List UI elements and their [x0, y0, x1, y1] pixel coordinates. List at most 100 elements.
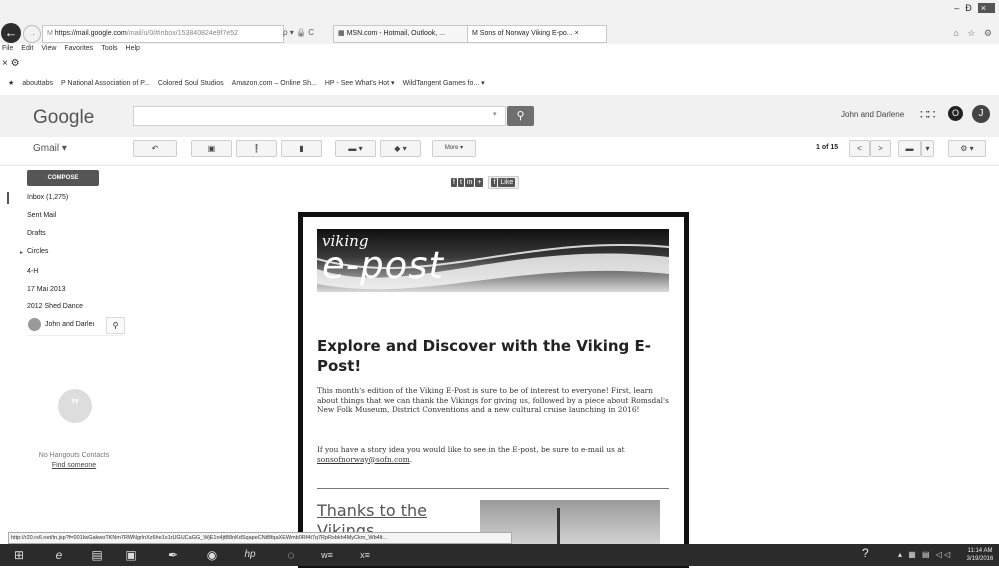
more-button[interactable]: More ▾ — [432, 140, 476, 157]
status-url-tooltip: http://r20.rs6.net/tn.jsp?f=001IwGakwoTK… — [8, 532, 512, 544]
clock-date: 3/19/2016 — [966, 556, 994, 562]
menu-bar: File Edit View Favorites Tools Help — [2, 45, 148, 56]
help-icon[interactable]: ? — [862, 546, 869, 560]
gmail-menu[interactable]: Gmail ▾ — [33, 143, 67, 154]
fav-abouttabs[interactable]: abouttabs — [22, 80, 53, 87]
mail-favicon-icon: M — [47, 30, 55, 37]
settings-button[interactable]: ⚙ ▾ — [948, 140, 986, 157]
facebook-share-icon[interactable]: f — [451, 178, 457, 187]
report-spam-button[interactable]: ❗ — [236, 140, 277, 157]
input-tools-button[interactable]: ▬ — [898, 140, 921, 157]
facebook-like-icon: f — [491, 178, 498, 187]
store-icon[interactable]: ▣ — [118, 546, 144, 564]
excel-icon[interactable]: x≡ — [352, 546, 378, 564]
banner-epost-text: e-post — [322, 244, 445, 287]
compose-button[interactable]: COMPOSE — [27, 170, 99, 186]
labels-button[interactable]: ◆ ▾ — [380, 140, 421, 157]
find-someone-link[interactable]: Find someone — [0, 462, 148, 469]
tab-msn[interactable]: ▦ MSN.com - Hotmail, Outlook, ... — [333, 25, 473, 43]
delete-button[interactable]: ▮ — [281, 140, 322, 157]
clock[interactable]: 11:14 AM 3/19/2016 — [962, 547, 998, 563]
internet-explorer-icon[interactable]: e — [46, 546, 72, 564]
nav-label-4h[interactable]: 4-H — [27, 268, 38, 275]
hangout-search-icon[interactable]: ⚲ — [106, 317, 125, 334]
avatar[interactable]: J — [972, 105, 990, 123]
nav-drafts[interactable]: Drafts — [27, 230, 46, 237]
file-explorer-icon[interactable]: ▤ — [84, 546, 110, 564]
address-host: https://mail.google.com — [54, 30, 127, 37]
hangout-avatar — [28, 318, 41, 331]
page-count: 1 of 15 — [816, 144, 839, 151]
move-to-button[interactable]: ▬ ▾ — [335, 140, 376, 157]
app-icon[interactable]: ◌ — [278, 546, 304, 564]
address-bar[interactable]: M https://mail.google.com/mail/u/0/#inbo… — [42, 25, 284, 43]
like-label: Like — [498, 178, 516, 187]
menu-view[interactable]: View — [41, 45, 56, 52]
expand-arrow-icon[interactable]: ▸ — [20, 249, 23, 256]
tab-gmail[interactable]: M Sons of Norway Viking E-po... × — [467, 25, 607, 43]
search-options-icon[interactable]: ▾ — [493, 110, 497, 118]
story-idea-paragraph: If you have a story idea you would like … — [317, 445, 672, 464]
gmail-favicon-icon: M — [472, 30, 480, 37]
linkedin-share-icon[interactable]: in — [464, 178, 475, 187]
fav-hp[interactable]: HP - See What's Hot ▾ — [325, 80, 395, 87]
google-logo[interactable]: Google — [33, 107, 94, 129]
command-row: × ⚙ — [2, 58, 20, 69]
system-tray-icons[interactable]: ▴ ▦ ▤ ◁◁ — [898, 550, 952, 559]
favorites-star-icon[interactable]: ★ — [8, 80, 14, 87]
fav-amazon[interactable]: Amazon.com – Online Sh... — [232, 80, 317, 87]
search-button[interactable]: ⚲ — [507, 106, 534, 126]
twitter-share-icon[interactable]: t — [457, 178, 464, 187]
section-divider — [317, 488, 669, 489]
back-button[interactable]: ← — [1, 23, 21, 43]
nav-circles[interactable]: Circles — [27, 248, 48, 255]
nav-sent-mail[interactable]: Sent Mail — [27, 212, 56, 219]
address-tools[interactable]: ρ ▾ 🔒 C — [283, 25, 314, 41]
browser-tools-icons[interactable]: ⌂ ☆ ⚙ — [953, 28, 995, 39]
settings-gear-icon[interactable]: ⚙ — [11, 58, 20, 69]
nav-label-17-mai[interactable]: 17 Mai 2013 — [27, 286, 66, 293]
forward-button[interactable]: → — [23, 25, 41, 43]
fav-national-association[interactable]: P National Association of P... — [61, 80, 150, 87]
hp-icon[interactable]: hp — [237, 546, 263, 564]
msn-favicon-icon: ▦ — [338, 30, 347, 37]
hangout-name: John and Darleı — [45, 321, 95, 328]
user-name[interactable]: John and Darlene — [841, 110, 904, 119]
close-x-icon[interactable]: × — [2, 58, 8, 69]
tab-msn-label: MSN.com - Hotmail, Outlook, ... — [346, 30, 445, 37]
like-button[interactable]: f Like — [488, 176, 520, 189]
newer-button[interactable]: < — [849, 140, 870, 157]
pen-app-icon[interactable]: ✒ — [160, 546, 186, 564]
minimize-button[interactable]: – — [954, 3, 965, 13]
fav-wildtangent[interactable]: WildTangent Games fo... ▾ — [403, 80, 485, 87]
fav-colored-soul[interactable]: Colored Soul Studios — [158, 80, 224, 87]
older-button[interactable]: > — [870, 140, 891, 157]
menu-edit[interactable]: Edit — [21, 45, 33, 52]
email-link[interactable]: sonsofnorway@sofn.com — [317, 455, 410, 464]
apps-grid-icon[interactable]: ∷∷ — [920, 107, 936, 123]
media-player-icon[interactable]: ◉ — [199, 546, 225, 564]
back-to-inbox-button[interactable]: ↶ — [133, 140, 177, 157]
nav-inbox[interactable]: Inbox (1,275) — [27, 194, 68, 201]
googleplus-share-icon[interactable]: + — [475, 178, 484, 187]
menu-file[interactable]: File — [2, 45, 13, 52]
intro-paragraph: This month's edition of the Viking E-Pos… — [317, 386, 669, 415]
menu-favorites[interactable]: Favorites — [64, 45, 93, 52]
selected-indicator — [7, 192, 9, 204]
start-icon[interactable]: ⊞ — [6, 546, 32, 564]
archive-button[interactable]: ▣ — [191, 140, 232, 157]
restore-button[interactable]: Ɖ — [965, 3, 978, 13]
no-hangouts-text: No Hangouts Contacts — [38, 452, 110, 459]
notifications-icon[interactable]: O — [948, 106, 963, 121]
menu-tools[interactable]: Tools — [101, 45, 117, 52]
favorites-bar: ★ abouttabs P National Association of P...… — [0, 76, 999, 92]
share-buttons: f t in + f Like — [451, 176, 520, 189]
window-controls: –Ɖ × — [954, 3, 995, 13]
taskbar — [0, 544, 999, 566]
nav-label-shed-dance[interactable]: 2012 Shed Dance — [27, 303, 83, 310]
word-icon[interactable]: w≡ — [314, 546, 340, 564]
search-input[interactable] — [133, 106, 506, 126]
menu-help[interactable]: Help — [126, 45, 140, 52]
close-button[interactable]: × — [977, 3, 995, 13]
input-tools-dropdown[interactable]: ▾ — [921, 140, 934, 157]
